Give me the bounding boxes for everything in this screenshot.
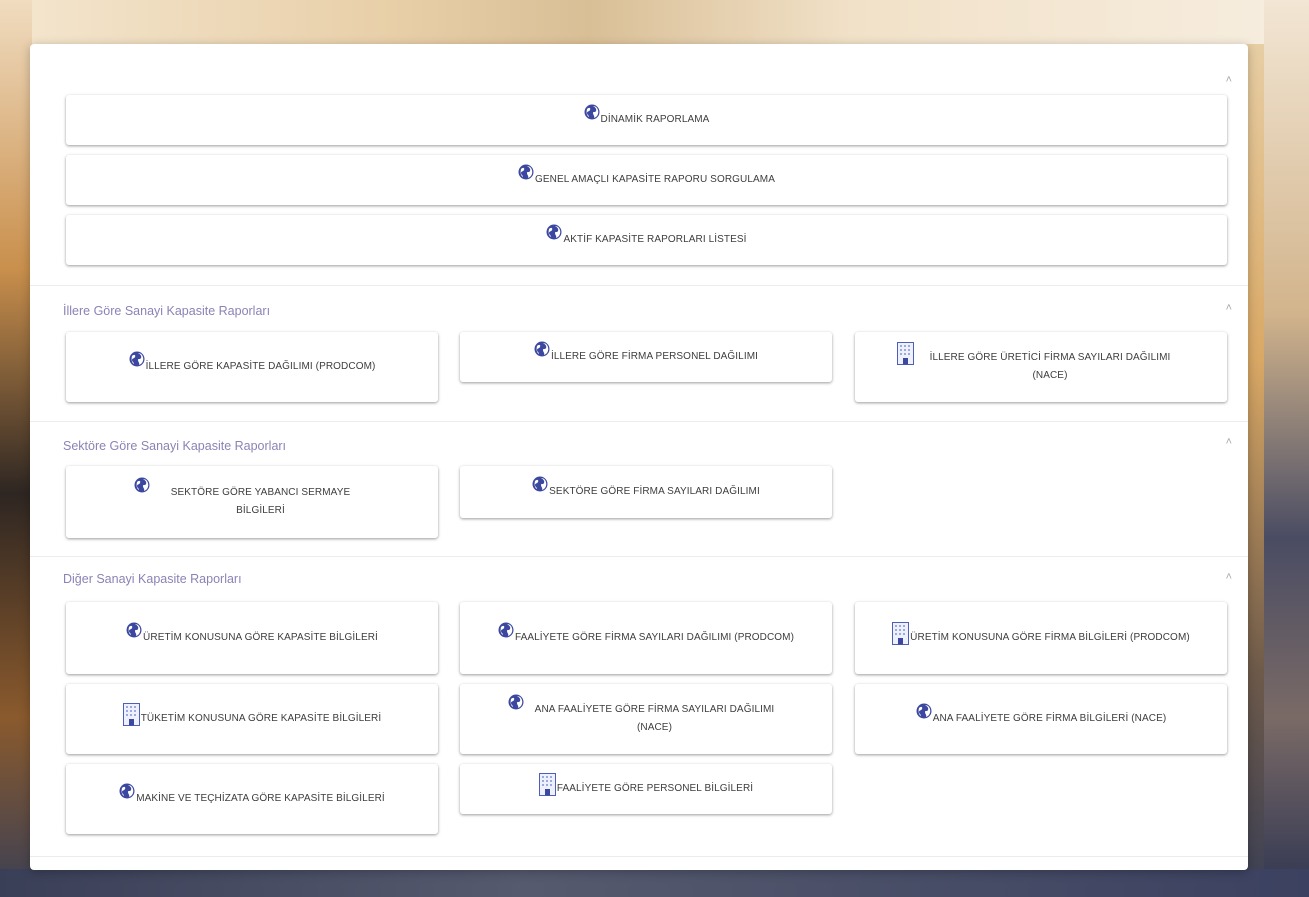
province-producer-firm-counts-label: İLLERE GÖRE ÜRETİCİ FİRMA SAYILARI DAĞIL…: [929, 352, 1171, 381]
globe-icon: [546, 224, 562, 240]
globe-icon: [534, 341, 550, 357]
sector-foreign-capital-info-button[interactable]: SEKTÖRE GÖRE YABANCI SERMAYE BİLGİLERİ: [66, 466, 438, 538]
activity-personnel-info-button[interactable]: FAALİYETE GÖRE PERSONEL BİLGİLERİ: [460, 764, 832, 814]
production-subject-firm-info-label: ÜRETİM KONUSUNA GÖRE FİRMA BİLGİLERİ (PR…: [910, 632, 1190, 643]
general-capacity-report-query-label: GENEL AMAÇLI KAPASİTE RAPORU SORGULAMA: [535, 174, 775, 185]
globe-icon: [916, 703, 932, 719]
production-subject-capacity-info-button[interactable]: ÜRETİM KONUSUNA GÖRE KAPASİTE BİLGİLERİ: [66, 602, 438, 674]
active-capacity-reports-list-label: AKTİF KAPASİTE RAPORLARI LİSTESİ: [563, 234, 747, 245]
globe-icon: [518, 164, 534, 180]
province-capacity-distribution-button[interactable]: İLLERE GÖRE KAPASİTE DAĞILIMI (PRODCOM): [66, 332, 438, 402]
sector-firm-counts-distribution-button[interactable]: SEKTÖRE GÖRE FİRMA SAYILARI DAĞILIMI: [460, 466, 832, 518]
production-subject-capacity-info-label: ÜRETİM KONUSUNA GÖRE KAPASİTE BİLGİLERİ: [143, 632, 378, 643]
globe-icon: [584, 104, 600, 120]
section-title: Diğer Sanayi Kapasite Raporları: [63, 572, 242, 586]
globe-icon: [134, 477, 150, 493]
activity-firm-counts-distribution-label: FAALİYETE GÖRE FİRMA SAYILARI DAĞILIMI (…: [514, 632, 795, 643]
background-top: [0, 0, 1309, 44]
collapse-top-links-button[interactable]: ˄: [1226, 74, 1232, 86]
sector-firm-counts-distribution-label: SEKTÖRE GÖRE FİRMA SAYILARI DAĞILIMI: [549, 486, 760, 497]
background-bottom: [0, 869, 1309, 897]
top-links-section: ˄ DİNAMİK RAPORLAMA GENEL AMAÇLI KAPASİT…: [30, 44, 1248, 286]
province-firm-personnel-distribution-button[interactable]: İLLERE GÖRE FİRMA PERSONEL DAĞILIMI: [460, 332, 832, 382]
main-activity-firm-info-button[interactable]: ANA FAALİYETE GÖRE FİRMA BİLGİLERİ (NACE…: [855, 684, 1227, 754]
main-activity-firm-counts-distribution-label: ANA FAALİYETE GÖRE FİRMA SAYILARI DAĞILI…: [534, 704, 775, 733]
consumption-subject-capacity-info-button[interactable]: TÜKETİM KONUSUNA GÖRE KAPASİTE BİLGİLERİ: [66, 684, 438, 754]
machinery-equipment-capacity-info-label: MAKİNE VE TEÇHİZATA GÖRE KAPASİTE BİLGİL…: [136, 793, 385, 804]
province-producer-firm-counts-button[interactable]: İLLERE GÖRE ÜRETİCİ FİRMA SAYILARI DAĞIL…: [855, 332, 1227, 402]
dynamic-reporting-button[interactable]: DİNAMİK RAPORLAMA: [66, 95, 1227, 145]
globe-icon: [129, 351, 145, 367]
machinery-equipment-capacity-info-button[interactable]: MAKİNE VE TEÇHİZATA GÖRE KAPASİTE BİLGİL…: [66, 764, 438, 834]
globe-icon: [119, 783, 135, 799]
province-firm-personnel-distribution-label: İLLERE GÖRE FİRMA PERSONEL DAĞILIMI: [550, 351, 759, 362]
province-reports-section: İllere Göre Sanayi Kapasite Raporları ˄ …: [30, 285, 1248, 422]
general-capacity-report-query-button[interactable]: GENEL AMAÇLI KAPASİTE RAPORU SORGULAMA: [66, 155, 1227, 205]
sector-foreign-capital-info-label: SEKTÖRE GÖRE YABANCI SERMAYE BİLGİLERİ: [170, 487, 351, 516]
main-activity-firm-info-label: ANA FAALİYETE GÖRE FİRMA BİLGİLERİ (NACE…: [932, 713, 1167, 724]
sector-reports-section: Sektöre Göre Sanayi Kapasite Raporları ˄…: [30, 421, 1248, 557]
background-right: [1264, 0, 1309, 897]
background-left: [0, 0, 32, 897]
collapse-other-section-button[interactable]: ˄: [1226, 571, 1232, 583]
building-icon: [122, 703, 140, 726]
collapse-province-section-button[interactable]: ˄: [1226, 302, 1232, 314]
main-activity-firm-counts-distribution-button[interactable]: ANA FAALİYETE GÖRE FİRMA SAYILARI DAĞILI…: [460, 684, 832, 754]
consumption-subject-capacity-info-label: TÜKETİM KONUSUNA GÖRE KAPASİTE BİLGİLERİ: [140, 713, 382, 724]
building-icon: [897, 342, 914, 365]
activity-personnel-info-label: FAALİYETE GÖRE PERSONEL BİLGİLERİ: [556, 783, 754, 794]
globe-icon: [126, 622, 142, 638]
section-title: Sektöre Göre Sanayi Kapasite Raporları: [63, 439, 287, 453]
reports-panel: ˄ DİNAMİK RAPORLAMA GENEL AMAÇLI KAPASİT…: [30, 44, 1248, 870]
globe-icon: [498, 622, 514, 638]
building-icon: [892, 622, 910, 645]
collapse-sector-section-button[interactable]: ˄: [1226, 436, 1232, 448]
province-capacity-distribution-label: İLLERE GÖRE KAPASİTE DAĞILIMI (PRODCOM): [145, 361, 376, 372]
other-reports-section: Diğer Sanayi Kapasite Raporları ˄ ÜRETİM…: [30, 556, 1248, 857]
production-subject-firm-info-button[interactable]: ÜRETİM KONUSUNA GÖRE FİRMA BİLGİLERİ (PR…: [855, 602, 1227, 674]
active-capacity-reports-list-button[interactable]: AKTİF KAPASİTE RAPORLARI LİSTESİ: [66, 215, 1227, 265]
section-title: İllere Göre Sanayi Kapasite Raporları: [63, 304, 271, 318]
globe-icon: [508, 694, 524, 710]
activity-firm-counts-distribution-button[interactable]: FAALİYETE GÖRE FİRMA SAYILARI DAĞILIMI (…: [460, 602, 832, 674]
building-icon: [538, 773, 556, 796]
dynamic-reporting-label: DİNAMİK RAPORLAMA: [600, 114, 710, 125]
globe-icon: [532, 476, 548, 492]
